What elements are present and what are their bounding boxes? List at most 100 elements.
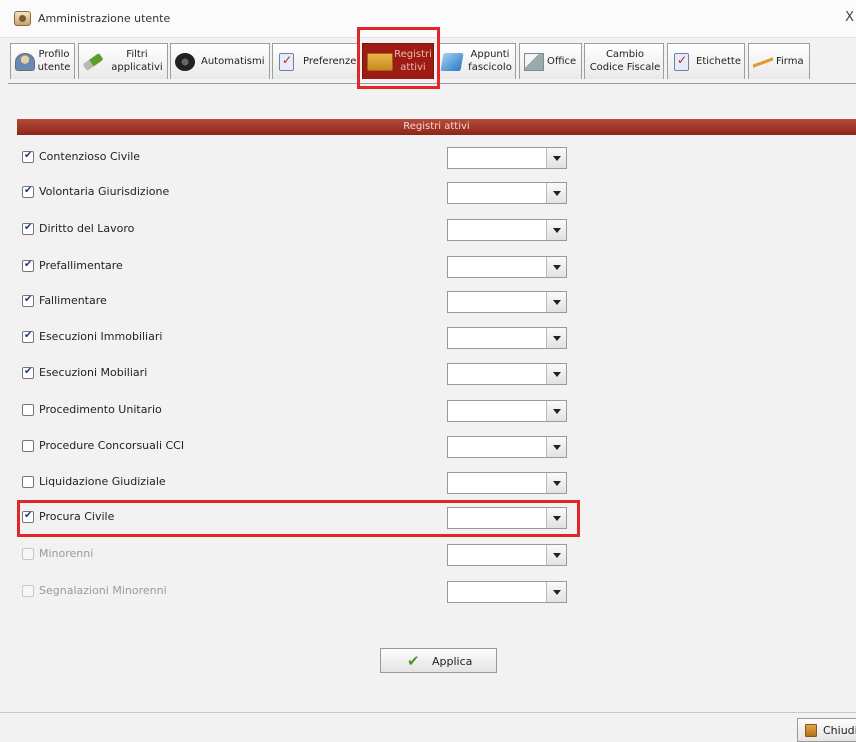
registro-checkbox[interactable] <box>22 294 34 307</box>
chevron-down-icon[interactable] <box>546 183 566 203</box>
registro-checkbox[interactable] <box>22 510 34 523</box>
registro-dropdown[interactable] <box>447 291 567 313</box>
registro-label: Segnalazioni Minorenni <box>39 584 167 597</box>
user-profile-icon <box>15 53 35 71</box>
registro-checkbox[interactable] <box>22 185 34 198</box>
registro-row: Liquidazione Giudiziale <box>22 472 582 494</box>
registro-row: Minorenni <box>22 544 582 566</box>
registro-row-procura-civile: Procura Civile <box>22 507 582 529</box>
notebook-icon <box>440 53 464 71</box>
tab-bar: Profilo utente Filtri applicativi Automa… <box>0 40 856 84</box>
chevron-down-icon[interactable] <box>546 364 566 384</box>
registro-row: Contenzioso Civile <box>22 147 582 169</box>
chevron-down-icon[interactable] <box>546 401 566 421</box>
registro-label: Volontaria Giurisdizione <box>39 185 170 198</box>
registro-dropdown[interactable] <box>447 182 567 204</box>
registro-label: Esecuzioni Immobiliari <box>39 330 163 343</box>
checkmark-icon: ✔ <box>407 652 420 670</box>
registro-label: Liquidazione Giudiziale <box>39 475 166 488</box>
tab-label: Registri <box>394 49 432 60</box>
chevron-down-icon[interactable] <box>546 148 566 168</box>
door-icon <box>805 724 817 737</box>
filter-icon <box>82 52 104 72</box>
registro-label: Procedure Concorsuali CCI <box>39 439 185 452</box>
chevron-down-icon[interactable] <box>546 328 566 348</box>
tab-label: Profilo <box>38 49 70 60</box>
chevron-down-icon[interactable] <box>546 508 566 528</box>
tab-automatismi[interactable]: Automatismi <box>170 43 270 79</box>
tab-strip-divider <box>8 83 856 84</box>
registro-dropdown[interactable] <box>447 363 567 385</box>
registro-dropdown[interactable] <box>447 507 567 529</box>
registro-checkbox[interactable] <box>22 548 34 560</box>
chevron-down-icon[interactable] <box>546 582 566 602</box>
tab-label: fascicolo <box>468 62 512 73</box>
registro-row: Esecuzioni Immobiliari <box>22 327 582 349</box>
registro-label: Minorenni <box>39 547 94 560</box>
registro-checkbox[interactable] <box>22 259 34 272</box>
registro-label: Fallimentare <box>39 294 107 307</box>
apply-button[interactable]: ✔ Applica <box>380 648 497 673</box>
tab-label: Codice Fiscale <box>589 62 661 73</box>
office-icon <box>524 53 544 71</box>
tab-profilo-utente[interactable]: Profilo utente <box>10 43 75 79</box>
registro-checkbox[interactable] <box>22 404 34 416</box>
registro-dropdown[interactable] <box>447 147 567 169</box>
registro-row: Procedimento Unitario <box>22 400 582 422</box>
tab-filtri-applicativi[interactable]: Filtri applicativi <box>78 43 168 79</box>
registro-dropdown[interactable] <box>447 256 567 278</box>
chevron-down-icon[interactable] <box>546 220 566 240</box>
registro-dropdown[interactable] <box>447 400 567 422</box>
close-button[interactable]: Chiudi <box>797 718 856 742</box>
registro-dropdown[interactable] <box>447 327 567 349</box>
registro-checkbox[interactable] <box>22 476 34 488</box>
registro-checkbox[interactable] <box>22 150 34 163</box>
registro-label: Diritto del Lavoro <box>39 222 135 235</box>
tab-registri-attivi[interactable]: Registri attivi <box>362 43 434 79</box>
registro-row: Prefallimentare <box>22 256 582 278</box>
chevron-down-icon[interactable] <box>546 437 566 457</box>
tab-label: Office <box>547 56 577 67</box>
chevron-down-icon[interactable] <box>546 473 566 493</box>
registro-checkbox[interactable] <box>22 222 34 235</box>
registro-checkbox[interactable] <box>22 330 34 343</box>
registro-checkbox[interactable] <box>22 366 34 379</box>
tab-appunti-fascicolo[interactable]: Appunti fascicolo <box>437 43 516 79</box>
tab-etichette[interactable]: Etichette <box>667 43 745 79</box>
chevron-down-icon[interactable] <box>546 545 566 565</box>
gear-icon <box>175 53 195 71</box>
tab-label: Preferenze <box>303 56 357 67</box>
registro-checkbox[interactable] <box>22 440 34 452</box>
tab-preferenze[interactable]: Preferenze <box>272 43 358 79</box>
tab-label: applicativi <box>111 62 163 73</box>
chevron-down-icon[interactable] <box>546 292 566 312</box>
registro-label: Procura Civile <box>39 510 115 523</box>
registro-row: Segnalazioni Minorenni <box>22 581 582 603</box>
tab-label: Appunti <box>470 49 510 60</box>
registro-dropdown[interactable] <box>447 544 567 566</box>
close-window-button[interactable]: X <box>844 10 854 25</box>
tab-label: Automatismi <box>201 56 265 67</box>
window-title: Amministrazione utente <box>38 12 171 25</box>
app-icon <box>14 11 31 26</box>
registro-dropdown[interactable] <box>447 436 567 458</box>
tab-label: attivi <box>400 62 426 73</box>
registro-dropdown[interactable] <box>447 472 567 494</box>
registro-row: Diritto del Lavoro <box>22 219 582 241</box>
tab-cambio-codice-fiscale[interactable]: Cambio Codice Fiscale <box>584 43 664 79</box>
chevron-down-icon[interactable] <box>546 257 566 277</box>
registro-label: Contenzioso Civile <box>39 150 141 163</box>
folder-icon <box>367 53 393 71</box>
registro-dropdown[interactable] <box>447 581 567 603</box>
tab-label: Filtri <box>126 49 148 60</box>
checklist-icon <box>279 53 294 71</box>
registro-row: Procedure Concorsuali CCI <box>22 436 582 458</box>
registro-row: Esecuzioni Mobiliari <box>22 363 582 385</box>
tab-firma[interactable]: Firma <box>748 43 810 79</box>
registro-checkbox[interactable] <box>22 585 34 597</box>
registro-label: Prefallimentare <box>39 259 123 272</box>
tab-label: Firma <box>776 56 804 67</box>
tab-office[interactable]: Office <box>519 43 582 79</box>
registro-dropdown[interactable] <box>447 219 567 241</box>
tab-label: Etichette <box>696 56 741 67</box>
